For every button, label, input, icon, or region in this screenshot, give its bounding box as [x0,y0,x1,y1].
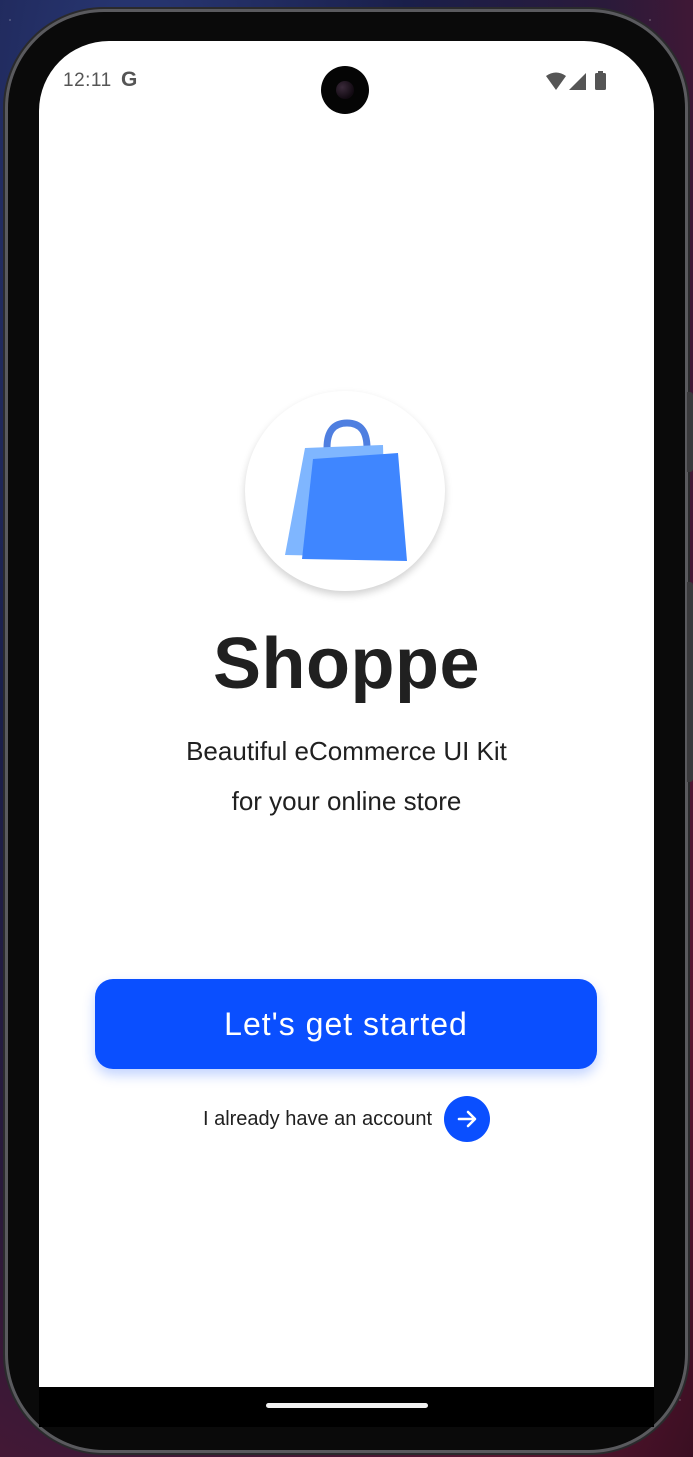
volume-button [687,392,693,472]
wifi-icon [546,72,566,90]
login-link-text[interactable]: I already have an account [203,1108,432,1131]
status-icons [546,71,606,90]
signal-icon [569,73,586,90]
login-link-row[interactable]: I already have an account [39,1096,654,1142]
login-arrow-button[interactable] [444,1096,491,1142]
app-logo [245,391,445,591]
battery-icon [595,73,606,90]
google-icon: G [121,68,138,91]
tagline-line-2: for your online store [231,786,462,816]
get-started-button[interactable]: Let's get started [95,979,597,1069]
app-title: Shoppe [213,624,480,704]
home-indicator[interactable] [266,1403,428,1408]
arrow-right-icon [457,1110,477,1128]
status-time: 12:11 [63,70,112,91]
front-camera [321,66,369,114]
app-screen: 12:11 G Shoppe Beautiful eCommerce UI Ki… [39,41,654,1387]
tagline-line-1: Beautiful eCommerce UI Kit [186,736,507,766]
power-button [687,582,693,782]
phone-frame: 12:11 G Shoppe Beautiful eCommerce UI Ki… [8,12,693,1450]
shopping-bag-icon [285,419,407,561]
